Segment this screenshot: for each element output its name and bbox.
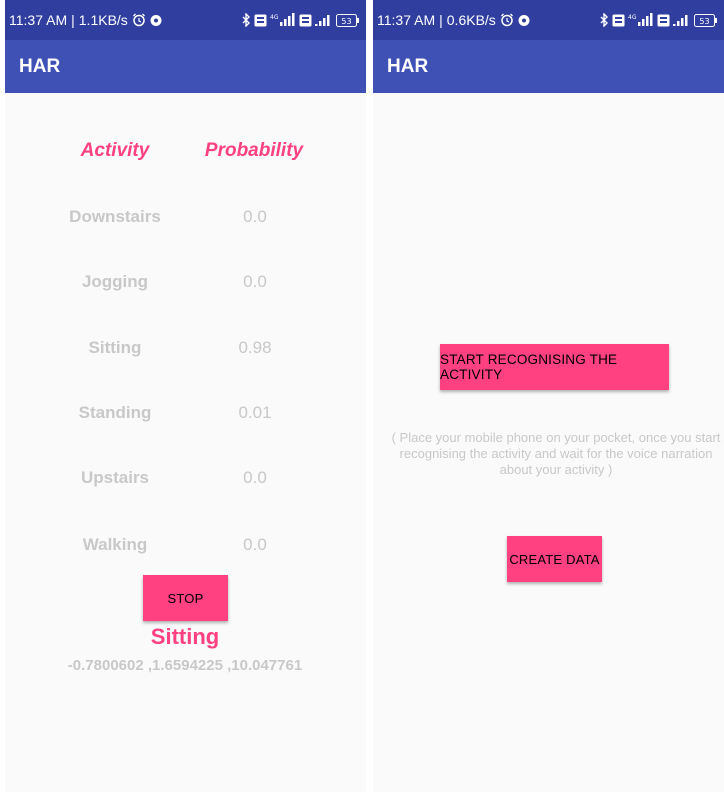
4g-signal-icon: 4G	[628, 13, 654, 27]
status-bar: 11:37 AM | 0.6KB/s 4G 53	[373, 0, 724, 40]
svg-text:53: 53	[341, 17, 351, 26]
status-time: 11:37 AM	[377, 12, 436, 28]
status-speed: 1.1KB/s	[78, 12, 128, 28]
app-title: HAR	[387, 55, 429, 77]
activity-label-standing: Standing	[78, 403, 152, 422]
probability-value-jogging: 0.0	[243, 272, 267, 291]
alarm-icon	[500, 13, 514, 27]
activity-label-jogging: Jogging	[81, 272, 149, 291]
left-screen: 11:37 AM | 1.1KB/s 4G 53 HAR Activity Pr…	[5, 0, 366, 792]
probability-value-walking: 0.0	[243, 535, 267, 554]
stop-button[interactable]: STOP	[143, 575, 228, 621]
battery-icon: 53	[336, 13, 360, 27]
activity-label-downstairs: Downstairs	[69, 207, 161, 226]
bluetooth-icon	[600, 13, 609, 27]
probability-value-sitting: 0.98	[238, 338, 272, 357]
app-title: HAR	[19, 55, 61, 77]
signal-icon	[673, 13, 691, 27]
volte-icon	[657, 14, 670, 27]
app-bar: HAR	[373, 40, 724, 93]
app-bar: HAR	[5, 40, 366, 93]
probability-value-upstairs: 0.0	[243, 468, 267, 487]
activity-label-walking: Walking	[82, 535, 148, 554]
start-recognising-button[interactable]: START RECOGNISING THE ACTIVITY	[440, 344, 669, 390]
volte-icon	[612, 14, 625, 27]
svg-text:4G: 4G	[270, 14, 279, 21]
activity-header: Activity	[80, 140, 150, 161]
battery-icon: 53	[694, 13, 718, 27]
volte-icon	[299, 14, 312, 27]
instruction-text: ( Place your mobile phone on your pocket…	[391, 430, 721, 477]
activity-label-upstairs: Upstairs	[80, 468, 150, 487]
probability-value-downstairs: 0.0	[243, 207, 267, 226]
shield-icon	[150, 14, 162, 27]
probability-header: Probability	[204, 140, 304, 161]
sensor-values-readout: -0.7800602 ,1.6594225 ,10.047761	[67, 657, 303, 674]
right-screen: 11:37 AM | 0.6KB/s 4G 53 HAR START RECOG…	[373, 0, 724, 792]
status-separator: |	[439, 12, 443, 28]
detected-activity-label: Sitting	[150, 624, 220, 649]
bluetooth-icon	[242, 13, 251, 27]
4g-signal-icon: 4G	[270, 13, 296, 27]
status-time: 11:37 AM	[9, 12, 68, 28]
svg-text:53: 53	[699, 17, 709, 26]
status-speed: 0.6KB/s	[446, 12, 496, 28]
shield-icon	[518, 14, 530, 27]
signal-icon	[315, 13, 333, 27]
create-data-button[interactable]: CREATE DATA	[507, 536, 602, 582]
volte-icon	[254, 14, 267, 27]
activity-label-sitting: Sitting	[88, 338, 142, 357]
alarm-icon	[132, 13, 146, 27]
probability-value-standing: 0.01	[238, 403, 272, 422]
status-bar: 11:37 AM | 1.1KB/s 4G 53	[5, 0, 366, 40]
svg-text:4G: 4G	[628, 14, 637, 21]
status-separator: |	[71, 12, 75, 28]
